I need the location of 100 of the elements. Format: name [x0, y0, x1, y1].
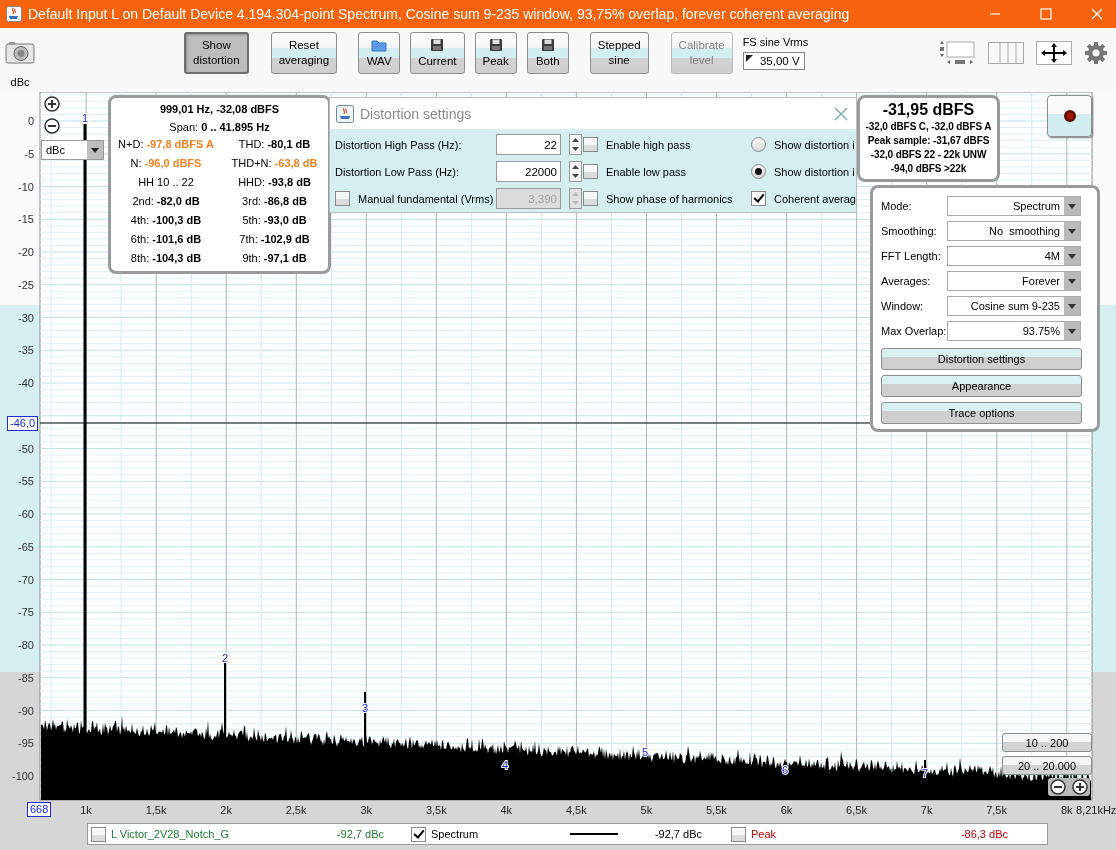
checkbox[interactable] [731, 826, 746, 842]
setting-label: Mode: [881, 199, 913, 212]
metric-label: 3rd: [242, 195, 262, 209]
checkbox[interactable] [583, 137, 598, 152]
number-field[interactable]: 22000 [496, 161, 561, 182]
dropdown[interactable]: No smoothing [947, 220, 1081, 241]
camera-icon[interactable] [5, 40, 35, 64]
axis-label: -55 [18, 475, 34, 488]
setting-label: Smoothing: [881, 224, 938, 237]
zoom-in-icon[interactable] [44, 96, 60, 112]
axis-label: -10 [18, 180, 34, 193]
close-icon[interactable] [834, 106, 848, 121]
dropdown[interactable]: Forever [947, 270, 1081, 291]
trace-name: L Victor_2V28_Notch_G [111, 828, 231, 840]
level-detail: -94,0 dBFS >22k [890, 162, 967, 176]
toolbar-button[interactable]: Both [526, 32, 569, 74]
level-reading: -31,95 dBFS [882, 100, 975, 120]
axis-label: 2,5k [285, 804, 307, 816]
dropdown[interactable]: Spectrum [947, 195, 1081, 216]
metric-value: -80,1 dB [267, 138, 311, 152]
axis-label: -25 [18, 278, 34, 291]
axis-label: 2k [220, 804, 232, 816]
app-icon [6, 6, 22, 22]
resize-icon[interactable] [938, 40, 976, 66]
panel-button[interactable]: Appearance [881, 375, 1082, 397]
zoom-out-icon[interactable] [1050, 779, 1066, 795]
axis-label: -50 [18, 442, 34, 455]
axis-label: 7,5k [986, 804, 1007, 816]
record-button[interactable] [1047, 95, 1092, 137]
zoom-out-icon[interactable] [44, 118, 60, 134]
number-field[interactable]: 22 [496, 134, 561, 155]
voltage-field[interactable]: 35,00 V [742, 52, 805, 70]
range-button[interactable]: 10 .. 200 [1002, 733, 1092, 752]
checkbox-label: Show phase of harmonics [606, 192, 733, 205]
axis-unit: dBc [10, 76, 30, 88]
checkbox[interactable] [751, 191, 766, 206]
record-indicator-icon [1062, 109, 1077, 123]
unit-dropdown[interactable]: dBc [41, 140, 104, 160]
dropdown[interactable]: Cosine sum 9-235 [947, 295, 1081, 316]
axis-label: 8,21kHz [1076, 804, 1116, 816]
span-label: Span: [169, 120, 199, 133]
trace-name: Peak [751, 828, 778, 840]
panel-button[interactable]: Trace options [881, 402, 1082, 424]
dropdown[interactable]: 93.75% [947, 320, 1081, 341]
save-icon [540, 37, 555, 52]
app-icon [336, 104, 354, 123]
checkbox[interactable] [411, 826, 426, 842]
folder-icon [371, 37, 388, 52]
maximize-icon[interactable] [1040, 8, 1052, 20]
metric-value: -82,0 dB [156, 195, 200, 209]
axis-label: 7k [920, 804, 933, 816]
zoom-in-icon[interactable] [1072, 779, 1088, 795]
toolbar-button[interactable]: Stepped sine [589, 32, 649, 74]
axis-label: -5 [24, 147, 34, 160]
toolbar-button[interactable]: WAV [358, 32, 401, 74]
axis-label: 1k [80, 804, 92, 816]
checkbox[interactable] [583, 164, 598, 179]
axis-label: -65 [18, 540, 34, 553]
harmonic-label: 2 [221, 652, 229, 664]
setting-label: Window: [881, 299, 925, 312]
metric-value: -102,9 dB [260, 233, 310, 247]
trace-value: -86,3 dBc [960, 828, 1009, 840]
radio-label: Show distortion i [774, 138, 855, 151]
axis-label: 4k [500, 804, 513, 816]
frequency-reading: 999,01 Hz, -32,08 dBFS [159, 103, 280, 117]
checkbox[interactable] [91, 826, 106, 842]
radio-button[interactable] [751, 164, 766, 179]
field-label: FS sine Vrms [742, 36, 809, 48]
axis-label: -75 [18, 606, 34, 619]
axis-label: 8k [1060, 804, 1073, 816]
panel-button[interactable]: Distortion settings [881, 348, 1082, 370]
checkbox-label: Enable high pass [606, 138, 691, 151]
toolbar-button[interactable]: Reset averaging [270, 32, 338, 74]
dropdown[interactable]: 4M [947, 245, 1081, 266]
metric-label: 7th: [239, 233, 258, 247]
checkbox-label: Coherent averag [774, 192, 856, 205]
radio-button[interactable] [751, 137, 766, 152]
line-swatch-icon [569, 832, 618, 836]
toolbar-button[interactable]: Current [410, 32, 465, 74]
dialog-title: Distortion settings [360, 105, 472, 122]
toolbar-button[interactable]: Show distortion [184, 32, 249, 74]
metric-label: THD+N: [231, 157, 272, 171]
metric-label: THD: [238, 138, 265, 152]
metric-label: 5th: [242, 214, 261, 228]
spinner-arrows-icon[interactable] [569, 161, 582, 182]
columns-icon[interactable] [988, 42, 1024, 64]
axis-label: 6k [780, 804, 793, 816]
spinner-arrows-icon[interactable] [569, 134, 582, 155]
metric-value: -104,3 dB [152, 252, 202, 266]
field-label: Distortion High Pass (Hz): [335, 138, 462, 151]
metric-value: -86,8 dB [264, 195, 307, 209]
metric-label: 4th: [130, 214, 150, 228]
toolbar-button[interactable]: Peak [474, 32, 517, 74]
span-value: 0 .. 41.895 Hz [201, 120, 270, 133]
axis-label: -95 [18, 737, 34, 750]
range-button[interactable]: 20 .. 20.000 [1002, 756, 1092, 775]
checkbox[interactable] [583, 191, 598, 206]
checkbox-label: Enable low pass [606, 165, 687, 178]
axis-label: 6,5k [846, 804, 867, 816]
move-icon[interactable] [1036, 41, 1072, 65]
